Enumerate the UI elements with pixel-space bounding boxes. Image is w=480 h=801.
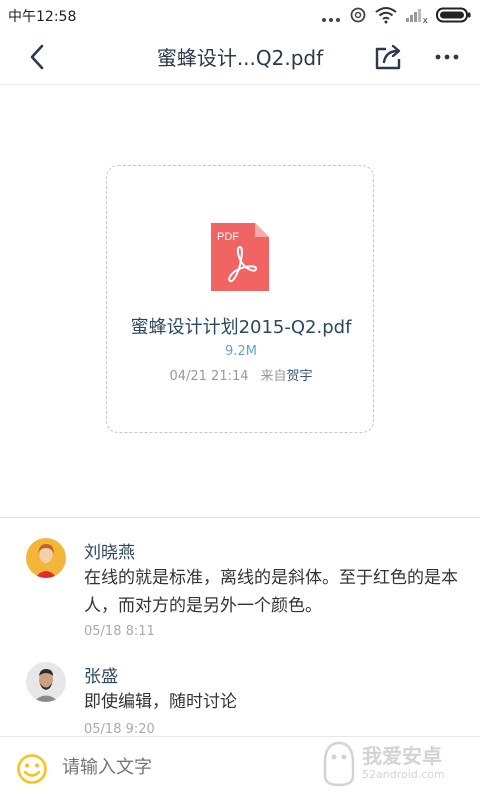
avatar[interactable] (26, 538, 66, 578)
comment-text: 在线的就是标准，离线的是斜体。至于红色的是本人，而对方的是另外一个颜色。 (84, 568, 458, 616)
battery-icon (436, 7, 472, 27)
pdf-file-icon: PDF (211, 223, 269, 291)
comment-item: 张盛 即使编辑，随时讨论 05/18 9:20 (0, 662, 480, 736)
avatar[interactable] (26, 662, 66, 702)
comment-author[interactable]: 刘晓燕 (84, 538, 135, 563)
watermark: 我爱安卓 52android.com (322, 740, 472, 790)
comment-input[interactable] (62, 757, 322, 778)
comment-time: 05/18 8:11 (84, 624, 155, 639)
watermark-sub: 52android.com (362, 768, 445, 781)
file-meta: 04/21 21:14 来自贺宇 (107, 365, 375, 384)
status-bar: 中午12:58 x (0, 0, 480, 32)
android-logo-icon (323, 741, 355, 787)
signal-icon (405, 7, 425, 27)
more-dots-icon (321, 8, 341, 27)
divider (0, 517, 480, 518)
status-icons: x (321, 6, 472, 28)
share-icon (375, 44, 401, 70)
comment-text: 即使编辑，随时讨论 (84, 692, 237, 712)
file-size: 9.2M (225, 344, 257, 359)
pdf-icon-label: PDF (217, 231, 239, 243)
more-icon (435, 54, 459, 60)
pdf-icon-fold (255, 223, 269, 237)
comment-time: 05/18 9:20 (84, 722, 155, 736)
share-button[interactable] (370, 38, 408, 76)
page-title: 蜜蜂设计...Q2.pdf (156, 46, 324, 70)
emoji-icon (17, 754, 47, 784)
signal-status-x: x (422, 16, 428, 26)
file-card[interactable]: PDF 蜜蜂设计计划2015-Q2.pdf 9.2M 04/21 21:14 来自… (106, 165, 374, 433)
file-date: 04/21 21:14 (169, 369, 249, 384)
chevron-left-icon (30, 44, 44, 70)
status-time: 中午12:58 (8, 9, 77, 25)
file-name: 蜜蜂设计计划2015-Q2.pdf (130, 317, 352, 338)
wifi-icon (375, 6, 397, 28)
comment-author[interactable]: 张盛 (84, 662, 118, 687)
more-button[interactable] (428, 38, 466, 76)
nav-bar: 蜜蜂设计...Q2.pdf (0, 32, 480, 85)
from-label: 来自 (260, 369, 287, 384)
watermark-text: 我爱安卓 (362, 744, 442, 768)
emoji-button[interactable] (16, 753, 48, 785)
alarm-icon (349, 6, 367, 28)
back-button[interactable] (20, 40, 54, 74)
file-sender[interactable]: 贺宇 (287, 369, 313, 384)
comment-item: 刘晓燕 在线的就是标准，离线的是斜体。至于红色的是本人，而对方的是另外一个颜色。… (0, 538, 480, 648)
